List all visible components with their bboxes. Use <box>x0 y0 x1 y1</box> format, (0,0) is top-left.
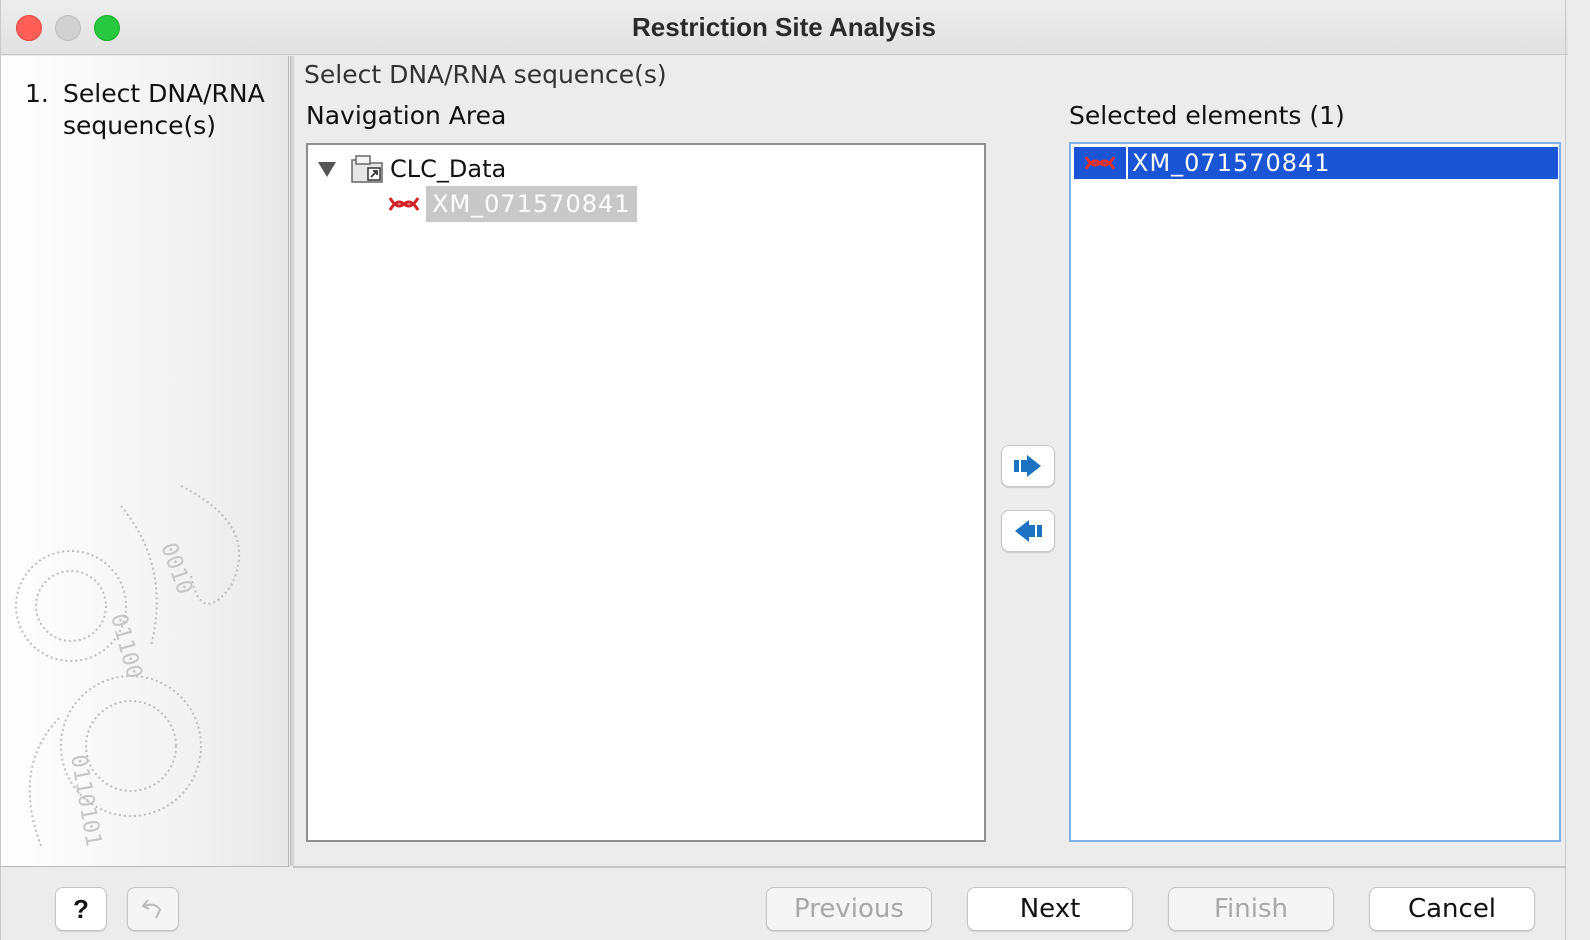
reset-button[interactable] <box>127 887 179 931</box>
remove-from-selected-button[interactable] <box>1001 510 1055 552</box>
dna-sequence-icon <box>388 197 420 211</box>
step-number: 1. <box>25 79 49 108</box>
selected-elements-label: Selected elements (1) <box>1069 101 1345 130</box>
svg-text:0110101: 0110101 <box>65 753 106 849</box>
next-button[interactable]: Next <box>967 887 1133 931</box>
svg-text:0010: 0010 <box>155 540 197 598</box>
tree-node-sequence[interactable]: XM_071570841 <box>388 186 637 222</box>
svg-text:01100: 01100 <box>105 611 146 681</box>
arrow-right-icon <box>1014 455 1041 477</box>
selected-element-icon-cell <box>1074 147 1128 179</box>
step-label: Select DNA/RNA sequence(s) <box>63 79 265 140</box>
decorative-swirl-graphic: 0010 01100 0110101 <box>15 485 241 849</box>
content-divider-line <box>293 866 1566 868</box>
selected-element-label: XM_071570841 <box>1132 149 1331 177</box>
tree-node-label: XM_071570841 <box>426 186 637 222</box>
cancel-button[interactable]: Cancel <box>1369 887 1535 931</box>
selected-element-row[interactable]: XM_071570841 <box>1074 147 1558 179</box>
dna-sequence-icon <box>1084 156 1116 170</box>
help-button[interactable]: ? <box>55 887 107 931</box>
step-header: Select DNA/RNA sequence(s) <box>304 60 667 89</box>
navigation-area-label: Navigation Area <box>306 101 507 130</box>
undo-arrow-icon <box>141 899 162 919</box>
title-bar: Restriction Site Analysis <box>0 0 1568 55</box>
tree-node-clc-data[interactable]: CLC_Data <box>318 152 506 186</box>
folder-shortcut-icon <box>351 155 383 183</box>
wizard-steps-panel: 1. Select DNA/RNA sequence(s) 0010 01100… <box>1 56 289 867</box>
expand-triangle-icon[interactable] <box>318 161 336 177</box>
window-title: Restriction Site Analysis <box>632 12 936 42</box>
navigation-tree[interactable]: CLC_Data XM_071570841 <box>306 143 986 842</box>
panel-divider[interactable] <box>290 56 294 866</box>
arrow-left-icon <box>1015 520 1042 542</box>
add-to-selected-button[interactable] <box>1001 445 1055 487</box>
tree-node-label: CLC_Data <box>390 155 507 183</box>
wizard-step-1: 1. Select DNA/RNA sequence(s) <box>25 78 275 142</box>
previous-button[interactable]: Previous <box>766 887 932 931</box>
finish-button[interactable]: Finish <box>1168 887 1334 931</box>
selected-elements-list[interactable]: XM_071570841 <box>1069 142 1561 842</box>
